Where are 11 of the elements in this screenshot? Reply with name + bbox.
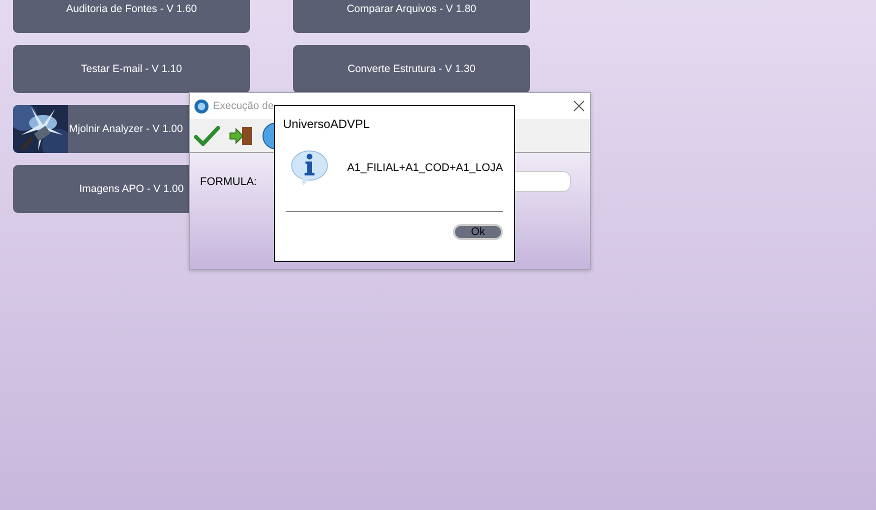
message-box-title: UniversoADVPL	[283, 117, 371, 131]
launcher-button[interactable]: Testar E-mail - V 1.10	[13, 45, 250, 93]
launcher-button[interactable]: Comparar Arquivos - V 1.80	[293, 0, 530, 33]
close-icon[interactable]	[573, 100, 585, 112]
message-text: A1_FILIAL+A1_COD+A1_LOJA	[347, 162, 503, 174]
ok-button[interactable]: Ok	[453, 224, 503, 240]
checkmark-icon[interactable]	[194, 124, 220, 146]
app-icon	[194, 98, 209, 114]
launcher-button[interactable]: Auditoria de Fontes - V 1.60	[13, 0, 250, 33]
launcher-button[interactable]: Converte Estrutura - V 1.30	[293, 45, 530, 93]
exit-door-icon[interactable]	[228, 124, 254, 146]
